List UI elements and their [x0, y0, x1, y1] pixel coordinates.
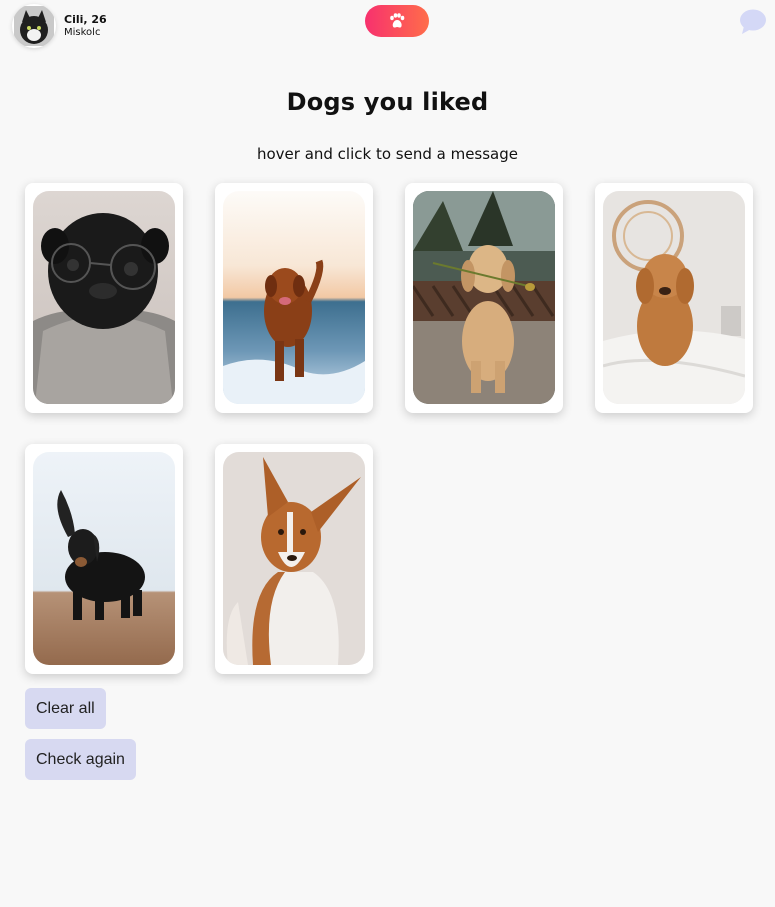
dog-photo: [33, 452, 175, 665]
avatar: [12, 4, 56, 48]
dog-photo: [33, 191, 175, 404]
dog-card[interactable]: [215, 183, 373, 413]
user-profile[interactable]: Cili, 26 Miskolc: [12, 4, 107, 48]
chat-bubble-icon[interactable]: [739, 9, 767, 35]
dog-card[interactable]: [405, 183, 563, 413]
profile-name: Cili, 26: [64, 12, 107, 26]
dog-card[interactable]: [215, 444, 373, 674]
dog-card[interactable]: [25, 444, 183, 674]
paw-icon: [390, 13, 405, 28]
profile-city: Miskolc: [64, 26, 101, 38]
clear-all-button[interactable]: Clear all: [25, 688, 106, 729]
dog-card[interactable]: [595, 183, 753, 413]
dog-photo: [603, 191, 745, 404]
check-again-button[interactable]: Check again: [25, 739, 136, 780]
page-title: Dogs you liked: [286, 88, 489, 116]
liked-dogs-page: Cili, 26 Miskolc Dogs you liked hover an…: [0, 0, 775, 907]
page-subtitle: hover and click to send a message: [256, 145, 519, 163]
dog-card[interactable]: [25, 183, 183, 413]
dog-photo: [223, 191, 365, 404]
dog-photo: [413, 191, 555, 404]
paw-button[interactable]: [365, 5, 429, 37]
dog-photo: [223, 452, 365, 665]
